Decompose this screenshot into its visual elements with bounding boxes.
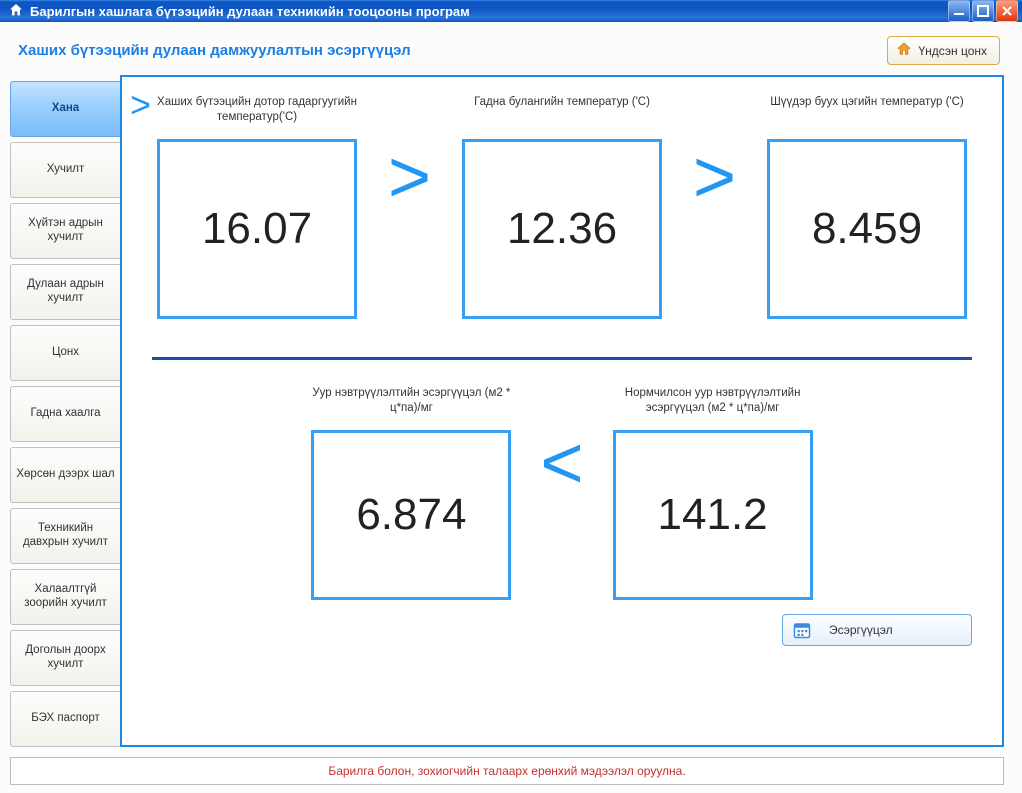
home-button[interactable]: Үндсэн цонх (887, 36, 1000, 65)
resistance-button-label: Эсэргүүцэл (829, 623, 893, 637)
page-title: Хаших бүтээцийн дулаан дамжуулалтын эсэр… (18, 42, 411, 59)
home-button-label: Үндсэн цонх (918, 44, 987, 58)
content-area: Хаших бүтээцийн дулаан дамжуулалтын эсэр… (0, 22, 1022, 793)
calendar-icon (793, 621, 811, 639)
label-vapor-resistance: Уур нэвтрүүлэлтийн эсэргүүцэл (м2 * ц*па… (306, 386, 516, 424)
chevron-right-icon: > (130, 87, 151, 123)
status-bar: Барилга болон, зохиогчийн талаарх ерөнхи… (10, 757, 1004, 785)
sidebar-item-warm-attic[interactable]: Дулаан адрын хучилт (10, 264, 120, 320)
block-norm-vapor-resistance: Нормчилсон уур нэвтрүүлэлтийн эсэргүүцэл… (608, 386, 818, 600)
sidebar-item-passport[interactable]: БЭХ паспорт (10, 691, 120, 747)
titlebar: Барилгын хашлага бүтээцийн дулаан техник… (0, 0, 1022, 22)
resistance-button[interactable]: Эсэргүүцэл (782, 614, 972, 646)
value-inner-surface-temp: 16.07 (157, 139, 357, 319)
sidebar-item-recess[interactable]: Доголын доорх хучилт (10, 630, 120, 686)
status-text: Барилга болон, зохиогчийн талаарх ерөнхи… (328, 764, 685, 778)
header-row: Хаших бүтээцийн дулаан дамжуулалтын эсэр… (10, 32, 1004, 75)
block-corner-temp: Гадна булангийн температур ('C) 12.36 (457, 95, 667, 319)
action-area: Эсэргүүцэл (152, 614, 972, 646)
sidebar-item-wall[interactable]: Хана (10, 81, 120, 137)
close-button[interactable] (996, 0, 1018, 22)
value-norm-vapor-resistance: 141.2 (613, 430, 813, 600)
sidebar-item-ceiling[interactable]: Хучилт (10, 142, 120, 198)
label-inner-surface-temp: Хаших бүтээцийн дотор гадаргуугийн темпе… (152, 95, 362, 133)
comparator-gt-1: > (388, 140, 431, 274)
divider (152, 357, 972, 360)
value-vapor-resistance: 6.874 (311, 430, 511, 600)
value-corner-temp: 12.36 (462, 139, 662, 319)
sidebar: Хана Хучилт Хүйтэн адрын хучилт Дулаан а… (10, 75, 120, 747)
block-inner-surface-temp: Хаших бүтээцийн дотор гадаргуугийн темпе… (152, 95, 362, 319)
home-icon (8, 2, 24, 21)
sidebar-item-unheated-basement[interactable]: Халаалтгүй зоорийн хучилт (10, 569, 120, 625)
label-norm-vapor-resistance: Нормчилсон уур нэвтрүүлэлтийн эсэргүүцэл… (608, 386, 818, 424)
sidebar-item-tech-floor[interactable]: Техникийн давхрын хучилт (10, 508, 120, 564)
window-controls (948, 0, 1018, 22)
comparator-lt: < (540, 426, 583, 560)
vapor-row: Уур нэвтрүүлэлтийн эсэргүүцэл (м2 * ц*па… (152, 386, 972, 600)
home-icon (896, 41, 912, 60)
label-dew-temp: Шүүдэр буух цэгийн температур ('C) (770, 95, 964, 133)
minimize-button[interactable] (948, 0, 970, 22)
label-corner-temp: Гадна булангийн температур ('C) (474, 95, 650, 133)
temperature-row: Хаших бүтээцийн дотор гадаргуугийн темпе… (152, 95, 972, 319)
block-dew-temp: Шүүдэр буух цэгийн температур ('C) 8.459 (762, 95, 972, 319)
block-vapor-resistance: Уур нэвтрүүлэлтийн эсэргүүцэл (м2 * ц*па… (306, 386, 516, 600)
comparator-gt-2: > (693, 140, 736, 274)
value-dew-temp: 8.459 (767, 139, 967, 319)
sidebar-item-window[interactable]: Цонх (10, 325, 120, 381)
window-title: Барилгын хашлага бүтээцийн дулаан техник… (30, 4, 470, 19)
main-panel: > Хаших бүтээцийн дотор гадаргуугийн тем… (120, 75, 1004, 747)
sidebar-item-ext-door[interactable]: Гадна хаалга (10, 386, 120, 442)
body-row: Хана Хучилт Хүйтэн адрын хучилт Дулаан а… (10, 75, 1004, 747)
app-window: Барилгын хашлага бүтээцийн дулаан техник… (0, 0, 1022, 767)
maximize-button[interactable] (972, 0, 994, 22)
sidebar-item-cold-attic[interactable]: Хүйтэн адрын хучилт (10, 203, 120, 259)
sidebar-item-ground-floor[interactable]: Хөрсөн дээрх шал (10, 447, 120, 503)
